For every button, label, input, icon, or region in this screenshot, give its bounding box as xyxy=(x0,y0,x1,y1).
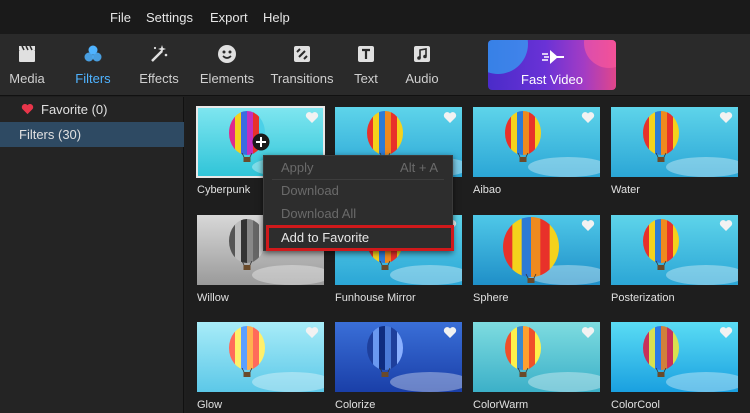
filters-circles-icon xyxy=(84,45,102,62)
menu-item-apply-shortcut: Alt + A xyxy=(400,160,438,175)
favorite-heart-icon[interactable] xyxy=(581,219,595,232)
filter-name: Sphere xyxy=(473,292,509,304)
filter-name: Colorize xyxy=(335,399,376,411)
filter-card[interactable]: Sphere xyxy=(473,215,600,304)
filter-name: ColorWarm xyxy=(473,399,529,411)
favorite-heart-icon[interactable] xyxy=(719,219,733,232)
tab-text[interactable]: Text xyxy=(348,34,384,96)
magic-wand-icon xyxy=(151,45,168,62)
menu-item-download-label: Download xyxy=(281,183,339,198)
favorite-heart-icon[interactable] xyxy=(581,326,595,339)
menu-bar: File Settings Export Help xyxy=(0,0,750,34)
tab-filters-label: Filters xyxy=(75,71,111,86)
filter-name: ColorCool xyxy=(611,399,660,411)
toolbar: Media Filters Effects Elements Transitio… xyxy=(0,34,750,96)
text-t-icon xyxy=(358,46,374,62)
filter-thumbnail[interactable] xyxy=(611,322,738,392)
add-plus-icon[interactable] xyxy=(252,133,270,151)
tab-transitions[interactable]: Transitions xyxy=(268,34,336,96)
favorite-heart-icon[interactable] xyxy=(719,111,733,124)
filter-thumbnail[interactable] xyxy=(197,322,324,392)
filter-thumbnail[interactable] xyxy=(611,107,738,177)
favorite-heart-icon[interactable] xyxy=(305,111,319,124)
filter-card[interactable]: Posterization xyxy=(611,215,738,304)
music-note-icon xyxy=(414,46,430,62)
tab-audio-label: Audio xyxy=(405,71,439,86)
tab-text-label: Text xyxy=(354,71,378,86)
tab-audio[interactable]: Audio xyxy=(400,34,444,96)
filter-grid: Cyberpunk Aibao Water Willow Funhouse Mirror… xyxy=(186,97,750,413)
sidebar: Favorite (0) Filters (30) xyxy=(0,97,184,413)
transition-icon xyxy=(294,46,310,62)
menu-help[interactable]: Help xyxy=(263,10,290,25)
favorite-heart-icon[interactable] xyxy=(305,326,319,339)
smiley-face-icon xyxy=(218,45,236,63)
sidebar-item-favorite-label: Favorite (0) xyxy=(41,102,108,117)
filter-card[interactable]: ColorWarm xyxy=(473,322,600,411)
filter-card[interactable]: Colorize xyxy=(335,322,462,411)
filter-card[interactable]: Water xyxy=(611,107,738,196)
tab-effects-label: Effects xyxy=(139,71,179,86)
tab-media-label: Media xyxy=(9,71,45,86)
filter-thumbnail[interactable] xyxy=(473,107,600,177)
sidebar-item-favorite[interactable]: Favorite (0) xyxy=(0,97,184,122)
menu-item-download-all-label: Download All xyxy=(281,206,357,221)
filter-thumbnail[interactable] xyxy=(473,215,600,285)
menu-item-apply-label: Apply xyxy=(281,160,314,175)
menu-file[interactable]: File xyxy=(110,10,131,25)
menu-settings[interactable]: Settings xyxy=(146,10,193,25)
filter-thumbnail[interactable] xyxy=(611,215,738,285)
sidebar-item-filters[interactable]: Filters (30) xyxy=(0,122,184,147)
favorite-heart-icon[interactable] xyxy=(443,111,457,124)
tab-elements[interactable]: Elements xyxy=(198,34,256,96)
filter-card[interactable]: ColorCool xyxy=(611,322,738,411)
highlight-box xyxy=(266,225,454,251)
fast-video-button[interactable]: Fast Video xyxy=(488,40,616,90)
filter-name: Cyberpunk xyxy=(197,184,251,196)
favorite-heart-icon[interactable] xyxy=(443,326,457,339)
filter-name: Water xyxy=(611,184,640,196)
filter-thumbnail[interactable] xyxy=(473,322,600,392)
favorite-heart-icon[interactable] xyxy=(581,111,595,124)
favorite-heart-icon[interactable] xyxy=(719,326,733,339)
filter-name: Posterization xyxy=(611,292,675,304)
tab-effects[interactable]: Effects xyxy=(136,34,182,96)
filter-thumbnail[interactable] xyxy=(335,322,462,392)
filter-name: Aibao xyxy=(473,184,502,196)
filter-card[interactable]: Aibao xyxy=(473,107,600,196)
sidebar-item-filters-label: Filters (30) xyxy=(19,127,82,142)
filter-card[interactable]: Glow xyxy=(197,322,324,411)
menu-export[interactable]: Export xyxy=(210,10,248,25)
tab-transitions-label: Transitions xyxy=(270,71,334,86)
fast-forward-arrow-icon xyxy=(542,50,564,64)
heart-icon xyxy=(21,104,34,115)
menu-item-apply[interactable]: Apply Alt + A xyxy=(264,157,452,179)
filter-name: Willow xyxy=(197,292,229,304)
filter-name: Funhouse Mirror xyxy=(335,292,416,304)
tab-media[interactable]: Media xyxy=(4,34,50,96)
menu-item-download-all[interactable]: Download All xyxy=(264,203,452,225)
fast-video-label: Fast Video xyxy=(521,72,583,87)
filter-name: Glow xyxy=(197,399,223,411)
tab-filters[interactable]: Filters xyxy=(70,34,116,96)
tab-elements-label: Elements xyxy=(199,71,255,86)
film-clapper-icon xyxy=(19,45,35,62)
menu-item-download[interactable]: Download xyxy=(264,180,452,202)
